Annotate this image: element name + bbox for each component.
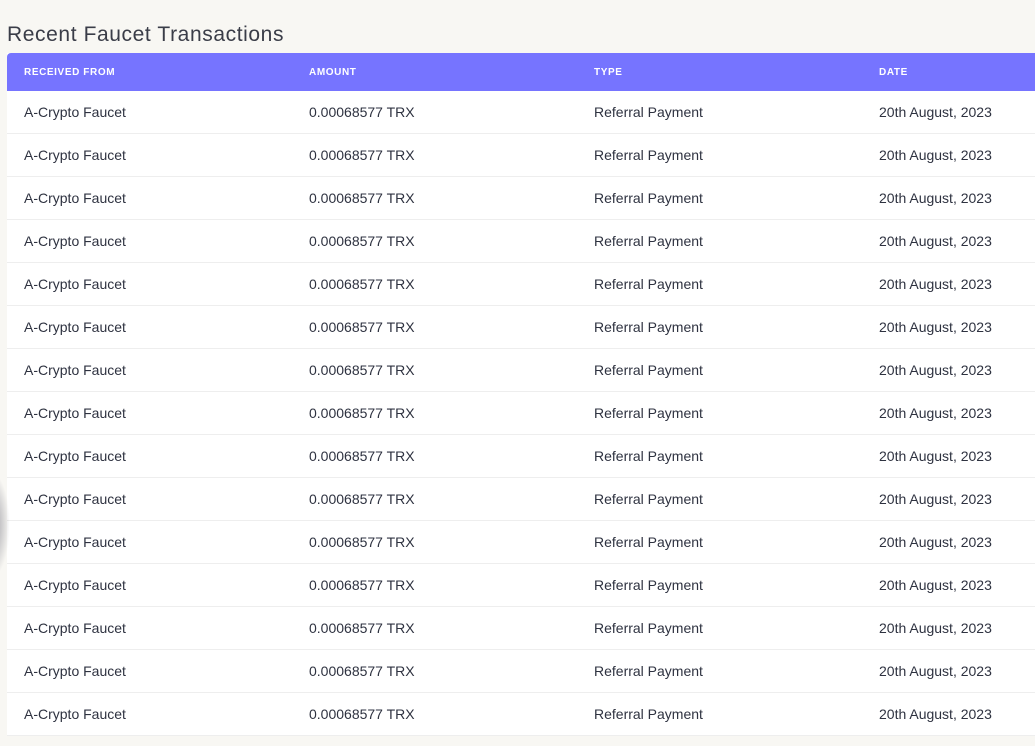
cell-amount: 0.00068577 TRX [309, 663, 415, 679]
cell-amount: 0.00068577 TRX [309, 706, 415, 722]
cell-received-from: A-Crypto Faucet [24, 190, 126, 206]
cell-type: Referral Payment [594, 276, 703, 292]
cell-received-from: A-Crypto Faucet [24, 706, 126, 722]
cell-type: Referral Payment [594, 190, 703, 206]
cell-amount: 0.00068577 TRX [309, 577, 415, 593]
column-header-amount: Amount [309, 66, 357, 78]
cell-type: Referral Payment [594, 577, 703, 593]
cell-received-from: A-Crypto Faucet [24, 534, 126, 550]
cell-type: Referral Payment [594, 147, 703, 163]
cell-date: 20th August, 2023 [879, 233, 992, 249]
cell-date: 20th August, 2023 [879, 147, 992, 163]
cell-amount: 0.00068577 TRX [309, 319, 415, 335]
table-row: A-Crypto Faucet 0.00068577 TRX Referral Pa… [7, 392, 1035, 435]
table-row: A-Crypto Faucet 0.00068577 TRX Referral Pa… [7, 177, 1035, 220]
transactions-table: Received From Amount Type Date A-Crypto … [7, 53, 1035, 736]
cell-type: Referral Payment [594, 104, 703, 120]
cell-amount: 0.00068577 TRX [309, 620, 415, 636]
cell-amount: 0.00068577 TRX [309, 233, 415, 249]
cell-received-from: A-Crypto Faucet [24, 405, 126, 421]
table-row: A-Crypto Faucet 0.00068577 TRX Referral Pa… [7, 349, 1035, 392]
cell-received-from: A-Crypto Faucet [24, 491, 126, 507]
cell-date: 20th August, 2023 [879, 663, 992, 679]
cell-amount: 0.00068577 TRX [309, 534, 415, 550]
cell-date: 20th August, 2023 [879, 620, 992, 636]
cell-date: 20th August, 2023 [879, 491, 992, 507]
cell-received-from: A-Crypto Faucet [24, 577, 126, 593]
cell-received-from: A-Crypto Faucet [24, 319, 126, 335]
column-header-type: Type [594, 66, 623, 78]
cell-date: 20th August, 2023 [879, 276, 992, 292]
table-row: A-Crypto Faucet 0.00068577 TRX Referral Pa… [7, 134, 1035, 177]
cell-type: Referral Payment [594, 319, 703, 335]
cell-date: 20th August, 2023 [879, 405, 992, 421]
cell-type: Referral Payment [594, 620, 703, 636]
table-header: Received From Amount Type Date [7, 53, 1035, 91]
table-row: A-Crypto Faucet 0.00068577 TRX Referral Pa… [7, 650, 1035, 693]
cell-date: 20th August, 2023 [879, 104, 992, 120]
table-row: A-Crypto Faucet 0.00068577 TRX Referral Pa… [7, 306, 1035, 349]
table-body: A-Crypto Faucet 0.00068577 TRX Referral Pa… [7, 91, 1035, 736]
cell-received-from: A-Crypto Faucet [24, 448, 126, 464]
cell-type: Referral Payment [594, 362, 703, 378]
cell-type: Referral Payment [594, 233, 703, 249]
table-row: A-Crypto Faucet 0.00068577 TRX Referral Pa… [7, 564, 1035, 607]
cell-type: Referral Payment [594, 448, 703, 464]
cell-amount: 0.00068577 TRX [309, 190, 415, 206]
table-row: A-Crypto Faucet 0.00068577 TRX Referral Pa… [7, 263, 1035, 306]
cell-amount: 0.00068577 TRX [309, 147, 415, 163]
table-row: A-Crypto Faucet 0.00068577 TRX Referral Pa… [7, 607, 1035, 650]
cell-amount: 0.00068577 TRX [309, 448, 415, 464]
column-header-date: Date [879, 66, 908, 78]
cell-type: Referral Payment [594, 405, 703, 421]
page-title: Recent Faucet Transactions [7, 23, 285, 47]
cell-amount: 0.00068577 TRX [309, 104, 415, 120]
cell-type: Referral Payment [594, 491, 703, 507]
table-row: A-Crypto Faucet 0.00068577 TRX Referral Pa… [7, 220, 1035, 263]
cell-received-from: A-Crypto Faucet [24, 104, 126, 120]
table-row: A-Crypto Faucet 0.00068577 TRX Referral Pa… [7, 435, 1035, 478]
cell-date: 20th August, 2023 [879, 362, 992, 378]
cell-received-from: A-Crypto Faucet [24, 620, 126, 636]
cell-received-from: A-Crypto Faucet [24, 233, 126, 249]
cell-received-from: A-Crypto Faucet [24, 276, 126, 292]
cell-date: 20th August, 2023 [879, 448, 992, 464]
cell-date: 20th August, 2023 [879, 577, 992, 593]
cell-amount: 0.00068577 TRX [309, 405, 415, 421]
table-row: A-Crypto Faucet 0.00068577 TRX Referral Pa… [7, 478, 1035, 521]
column-header-received-from: Received From [24, 66, 116, 78]
cell-type: Referral Payment [594, 706, 703, 722]
cell-amount: 0.00068577 TRX [309, 362, 415, 378]
cell-date: 20th August, 2023 [879, 190, 992, 206]
cell-date: 20th August, 2023 [879, 534, 992, 550]
cell-received-from: A-Crypto Faucet [24, 663, 126, 679]
cell-type: Referral Payment [594, 663, 703, 679]
cell-date: 20th August, 2023 [879, 706, 992, 722]
cell-date: 20th August, 2023 [879, 319, 992, 335]
cell-amount: 0.00068577 TRX [309, 491, 415, 507]
cell-received-from: A-Crypto Faucet [24, 362, 126, 378]
cell-type: Referral Payment [594, 534, 703, 550]
cell-received-from: A-Crypto Faucet [24, 147, 126, 163]
table-row: A-Crypto Faucet 0.00068577 TRX Referral Pa… [7, 693, 1035, 736]
cell-amount: 0.00068577 TRX [309, 276, 415, 292]
table-row: A-Crypto Faucet 0.00068577 TRX Referral Pa… [7, 521, 1035, 564]
table-row: A-Crypto Faucet 0.00068577 TRX Referral Pa… [7, 91, 1035, 134]
